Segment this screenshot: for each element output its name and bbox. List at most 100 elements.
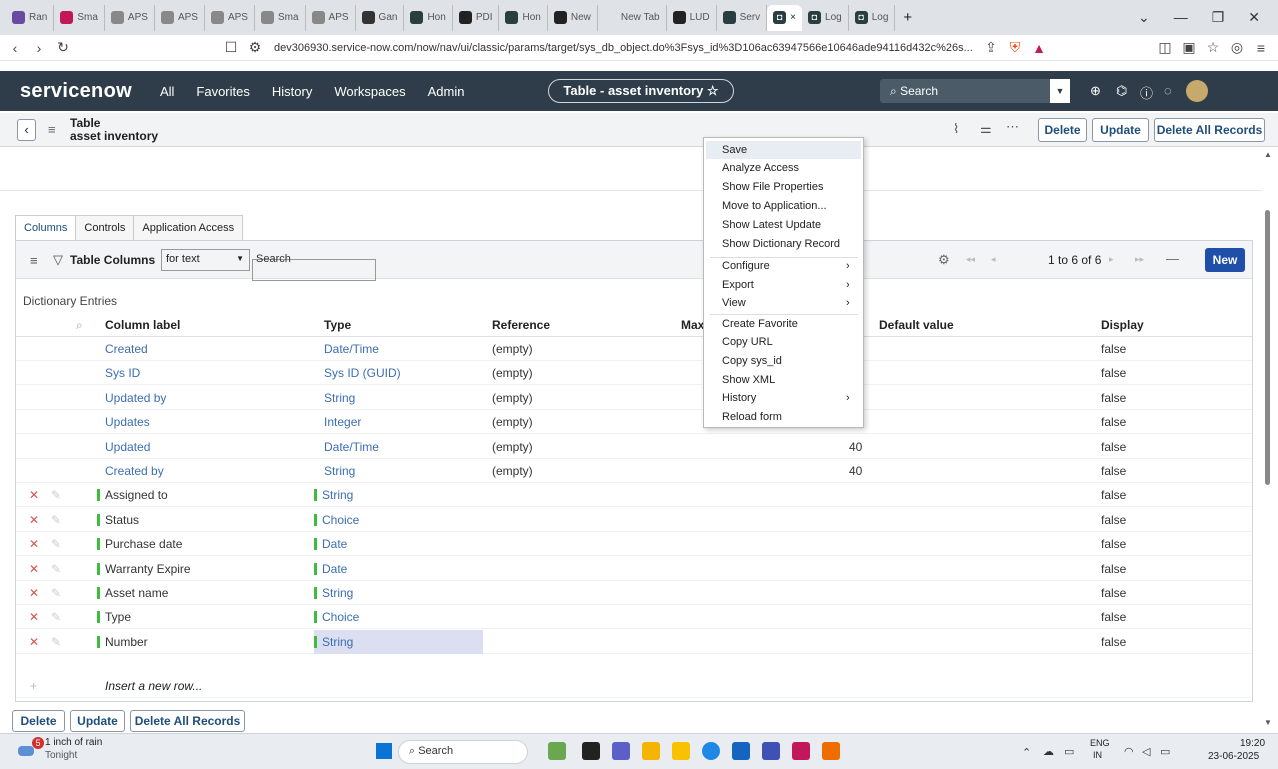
cell-column-label[interactable]: Updates [105,415,150,429]
col-header-reference[interactable]: Reference [492,318,550,332]
cell-type[interactable]: Date/Time [324,342,379,356]
col-header-max[interactable]: Max [681,318,704,332]
delete-row-icon[interactable]: ✕ [29,513,39,527]
chevron-down-icon[interactable]: ⌄ [1138,9,1150,26]
table-row[interactable]: ✕ ✎ Asset name String false [16,581,1252,605]
cell-column-label[interactable]: Updated by [105,391,166,405]
back-button[interactable]: ‹ [17,119,36,141]
context-menu-item[interactable]: Save [706,141,861,159]
column-search-icon[interactable]: ⌕ [76,318,83,333]
cell-type[interactable]: Date [314,562,347,576]
col-header-label[interactable]: Column label [105,318,180,332]
cell-type[interactable]: Integer [324,415,361,429]
collapse-icon[interactable]: — [1166,251,1179,266]
tab-controls[interactable]: Controls [75,215,135,242]
back-icon[interactable]: ‹ [6,40,24,56]
edit-row-icon[interactable]: ✎ [51,537,61,551]
insert-row[interactable]: + Insert a new row... [16,674,1252,698]
chat-icon[interactable]: ⌬ [1116,83,1127,99]
cell-column-label[interactable]: Type [97,610,131,624]
browser-tab[interactable]: APS [155,4,205,31]
chevron-down-icon[interactable]: ▼ [1050,79,1070,103]
hamburger-icon[interactable]: ≡ [48,122,56,137]
cell-type[interactable]: Choice [314,610,359,624]
sidebar-icon[interactable]: ◫ [1156,39,1174,56]
list-menu-icon[interactable]: ≡ [30,253,38,268]
browser-tab[interactable]: Serv [717,4,768,31]
context-menu-item[interactable]: Move to Application... [722,200,827,212]
context-menu-item[interactable]: Create Favorite [722,318,798,330]
browser-tab-active[interactable]: ◘ × [767,4,803,31]
cell-column-label[interactable]: Status [97,513,139,527]
delete-row-icon[interactable]: ✕ [29,610,39,624]
tab-application-access[interactable]: Application Access [133,215,244,242]
weather-text[interactable]: 1 inch of rain [45,737,102,748]
cell-type[interactable]: Date [314,537,347,551]
cell-column-label[interactable]: Created by [105,464,164,478]
cell-type[interactable]: String [324,391,355,405]
table-row[interactable]: ✕ ✎ Type Choice false [16,605,1252,630]
scrollbar[interactable] [1265,210,1270,485]
menu-admin[interactable]: Admin [428,84,465,99]
browser-tab-log1[interactable]: ◘ Log [802,4,849,31]
context-menu-item[interactable]: Copy URL [722,336,773,348]
brave-shield-icon[interactable]: ⛨ [1006,39,1024,56]
chevron-up-icon[interactable]: ⌃ [1022,746,1031,759]
site-info-icon[interactable]: ⚙ [246,39,264,56]
edit-row-icon[interactable]: ✎ [51,610,61,624]
table-row[interactable]: ✕ ✎ Status Choice false [16,508,1252,532]
landscape-icon[interactable] [548,742,566,760]
restore-icon[interactable]: ❐ [1212,9,1225,26]
context-menu-item[interactable]: Show File Properties [722,181,824,193]
cell-type[interactable]: String [314,488,353,502]
language-label[interactable]: ENG [1090,738,1110,748]
cell-column-label[interactable]: Updated [105,440,150,454]
menu-all[interactable]: All [160,84,174,99]
table-row[interactable]: ✕ ✎ Assigned to String false [16,483,1252,508]
browser-tab[interactable]: Gan [356,4,405,31]
table-row[interactable]: Sys ID Sys ID (GUID) (empty) false [16,361,1252,386]
context-menu-item[interactable]: Configure › [722,260,850,272]
photos-icon[interactable] [762,742,780,760]
update-button-top[interactable]: Update [1092,118,1149,142]
menu-history[interactable]: History [272,84,312,99]
edge-icon[interactable] [702,742,720,760]
brave-rewards-icon[interactable]: ▲ [1030,40,1048,56]
browser-tab[interactable]: PDI [453,4,500,31]
close-tab-icon[interactable]: × [790,12,796,23]
table-row[interactable]: Created by String (empty) 40 false [16,459,1252,483]
edit-row-icon[interactable]: ✎ [51,586,61,600]
help-icon[interactable]: ⓘ [1140,83,1153,102]
wallet-icon[interactable]: ◎ [1228,39,1246,56]
last-page-icon[interactable]: ▸▸ [1135,254,1144,265]
store-icon[interactable] [732,742,750,760]
cell-type[interactable]: Date/Time [324,440,379,454]
delete-row-icon[interactable]: ✕ [29,537,39,551]
delete-all-button-top[interactable]: Delete All Records [1154,118,1265,142]
new-button[interactable]: New [1205,248,1245,272]
gear-icon[interactable]: ⚙ [938,252,950,268]
delete-all-button-bottom[interactable]: Delete All Records [130,710,245,732]
list-title[interactable]: Table Columns [70,253,155,267]
update-button-bottom[interactable]: Update [70,710,125,732]
cell-type[interactable]: Sys ID (GUID) [324,366,401,380]
browser-tab[interactable]: New Tab [598,4,667,31]
browser-tab[interactable]: New [548,4,598,31]
first-page-icon[interactable]: ◂◂ [966,254,975,265]
app-icon[interactable] [642,742,660,760]
browser-tab[interactable]: Hon [499,4,548,31]
cell-type[interactable]: String [314,586,353,600]
col-header-display[interactable]: Display [1101,318,1144,332]
menu-favorites[interactable]: Favorites [196,84,249,99]
delete-row-icon[interactable]: ✕ [29,562,39,576]
scroll-down-icon[interactable]: ▼ [1264,718,1272,727]
cell-column-label[interactable]: Purchase date [97,537,182,551]
servicenow-logo[interactable]: servicenow [20,80,132,103]
table-row[interactable]: Created Date/Time (empty) false [16,337,1252,361]
browser-tab[interactable]: APS [306,4,356,31]
delete-button-bottom[interactable]: Delete [12,710,65,732]
display-icon[interactable]: ▭ [1064,745,1074,758]
table-row[interactable]: ✕ ✎ Warranty Expire Date false [16,557,1252,581]
wifi-icon[interactable]: ◠ [1124,745,1134,758]
url-field[interactable]: dev306930.service-now.com/now/nav/ui/cla… [274,42,974,54]
